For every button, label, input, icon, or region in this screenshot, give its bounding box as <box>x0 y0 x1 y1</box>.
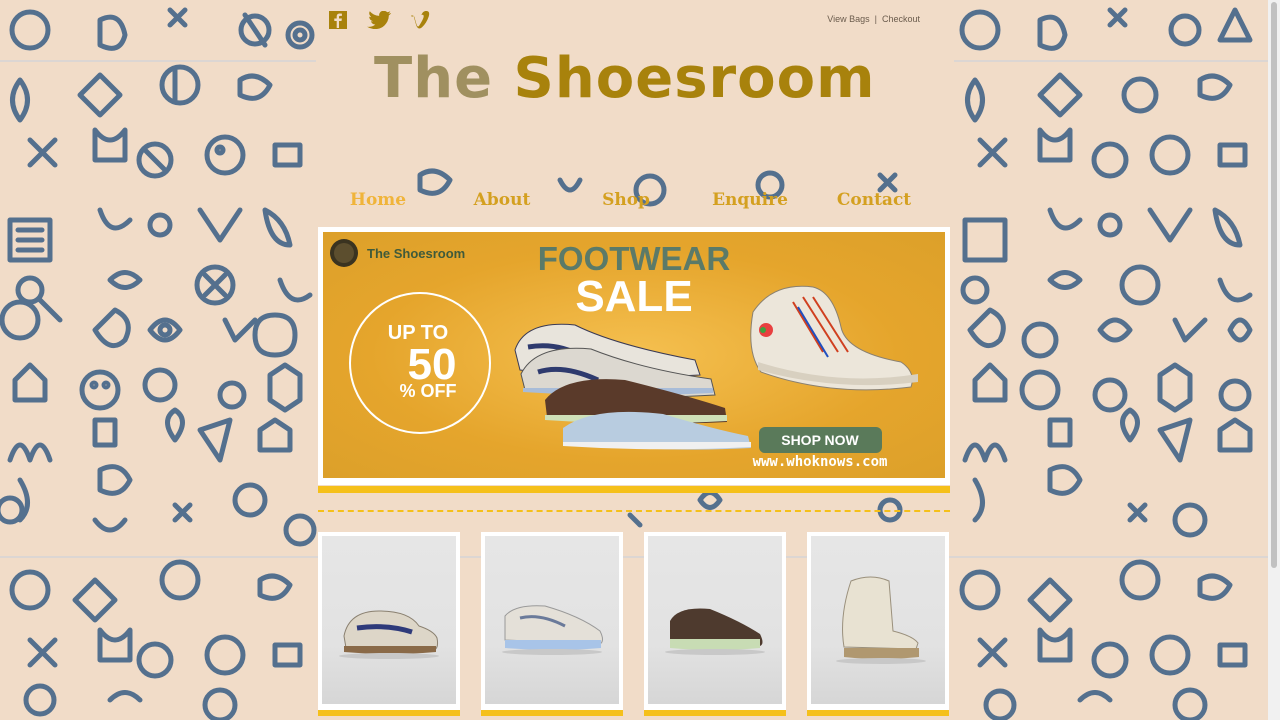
product-image[interactable] <box>648 536 782 704</box>
shop-now-label: SHOP NOW <box>781 432 859 448</box>
product-underline <box>644 710 786 716</box>
logo-word-shoesroom: Shoesroom <box>513 46 876 111</box>
view-bags-link[interactable]: View Bags <box>827 14 869 24</box>
nav-contact[interactable]: Contact <box>812 190 936 210</box>
product-card[interactable] <box>807 532 949 716</box>
page-scrollbar[interactable] <box>1268 0 1280 720</box>
facebook-icon[interactable] <box>328 10 348 30</box>
sale-banner[interactable]: The Shoesroom FOOTWEAR SALE UP TO 50 % O… <box>323 232 945 478</box>
banner-url: www.whoknows.com <box>753 454 888 470</box>
product-underline <box>481 710 623 716</box>
top-links-separator: | <box>874 14 877 24</box>
section-divider <box>318 510 950 512</box>
banner-underline <box>318 486 950 493</box>
high-top-sneaker-illustration <box>750 285 918 391</box>
banner-headline-2: SALE <box>575 272 692 321</box>
product-underline <box>318 710 460 716</box>
nav-shop[interactable]: Shop <box>564 190 688 210</box>
nav-enquire[interactable]: Enquire <box>688 190 812 210</box>
sneaker-stack-illustration <box>514 323 751 450</box>
product-card[interactable] <box>644 532 786 716</box>
main-nav: Home About Shop Enquire Contact <box>316 190 954 210</box>
product-image[interactable] <box>811 536 945 704</box>
twitter-icon[interactable] <box>366 10 392 30</box>
scrollbar-thumb[interactable] <box>1271 2 1277 568</box>
product-grid <box>318 532 952 720</box>
product-image[interactable] <box>485 536 619 704</box>
header: View Bags | Checkout The Shoesroom <box>316 0 954 168</box>
product-card[interactable] <box>481 532 623 716</box>
product-card[interactable] <box>318 532 460 716</box>
main-column: View Bags | Checkout The Shoesroom Home Ab… <box>316 0 954 720</box>
nav-home[interactable]: Home <box>316 190 440 210</box>
social-links <box>328 10 430 30</box>
nav-about[interactable]: About <box>440 190 564 210</box>
vimeo-icon[interactable] <box>410 10 430 30</box>
checkout-link[interactable]: Checkout <box>882 14 920 24</box>
discount-bottom: % OFF <box>400 381 457 401</box>
logo-word-the: The <box>374 46 494 111</box>
product-underline <box>807 710 949 716</box>
site-logo[interactable]: The Shoesroom <box>374 46 875 111</box>
product-image[interactable] <box>322 536 456 704</box>
top-links: View Bags | Checkout <box>827 14 920 24</box>
banner-brand: The Shoesroom <box>367 246 465 261</box>
hero-banner-frame: The Shoesroom FOOTWEAR SALE UP TO 50 % O… <box>318 227 950 485</box>
